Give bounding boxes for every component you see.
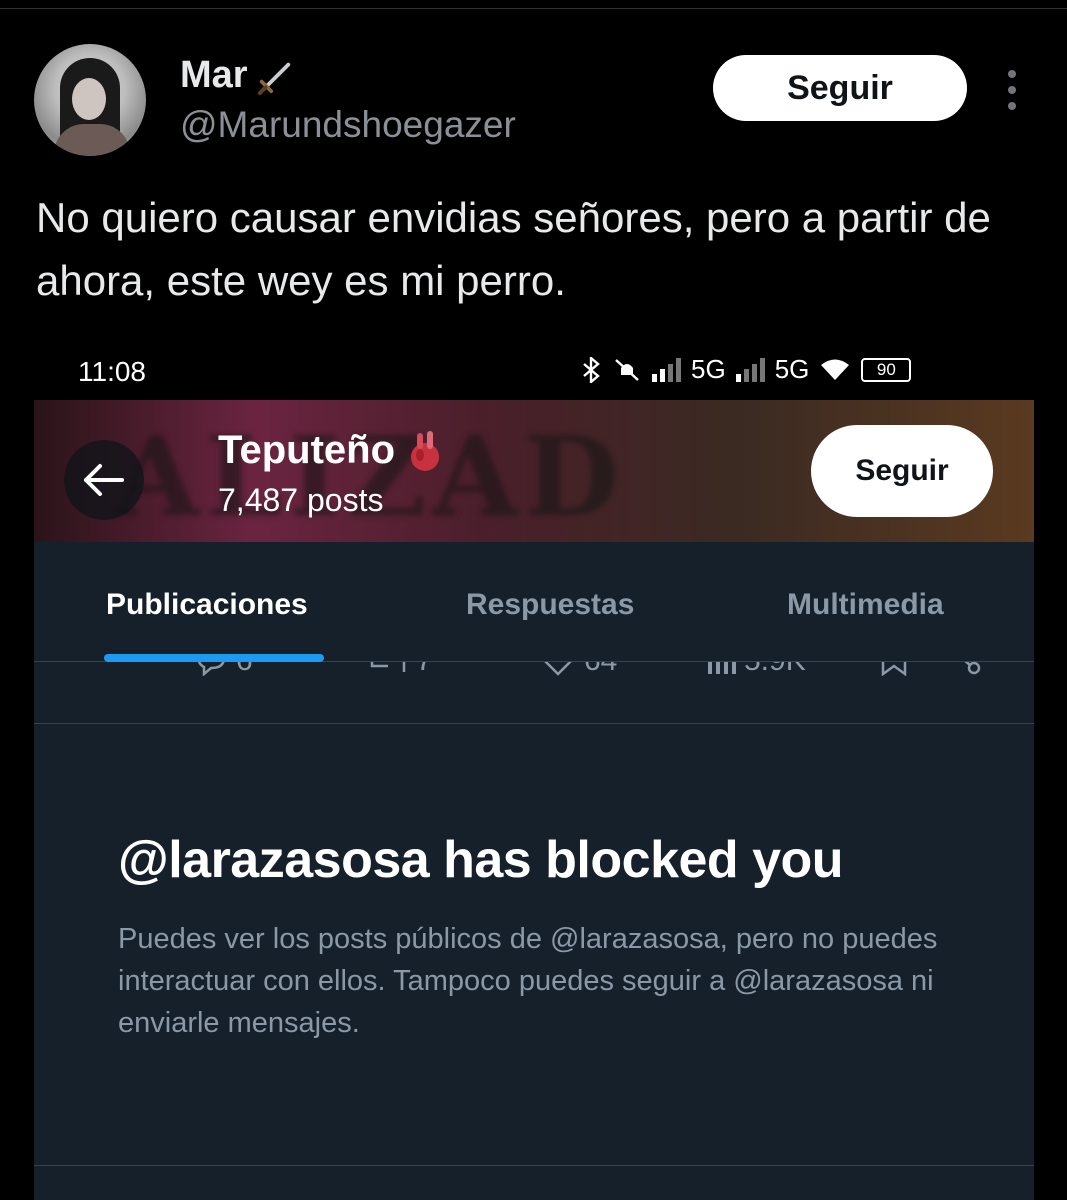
muted-bell-icon xyxy=(615,358,639,381)
bottom-divider xyxy=(34,1165,1034,1166)
like-action[interactable]: 64 xyxy=(540,662,617,678)
repost-action[interactable]: 7 xyxy=(368,662,433,678)
signal-icon-2 xyxy=(735,357,765,382)
status-icons: 5G 5G 90 xyxy=(580,354,912,385)
post-actions-row: 6 7 64 5.9K xyxy=(34,662,1034,724)
author-name[interactable]: Mar xyxy=(180,54,294,97)
follow-button[interactable]: Seguir xyxy=(713,55,967,121)
attached-screenshot[interactable]: 11:08 5G 5G 90 ALIZAD Teputeño 7,487 pos… xyxy=(34,340,1034,1200)
bookmark-icon xyxy=(881,662,907,676)
repost-icon xyxy=(370,662,406,672)
profile-name-text: Teputeño xyxy=(218,428,396,472)
avatar-face xyxy=(72,78,106,120)
phone-status-bar: 11:08 5G 5G 90 xyxy=(34,340,1034,400)
back-button[interactable] xyxy=(64,440,144,520)
profile-tabs: Publicaciones Respuestas Multimedia xyxy=(34,542,1034,662)
more-options-icon[interactable] xyxy=(1005,70,1019,110)
bluetooth-icon xyxy=(583,356,600,383)
profile-follow-button[interactable]: Seguir xyxy=(811,425,993,517)
active-tab-indicator xyxy=(104,654,324,662)
author-handle[interactable]: @Marundshoegazer xyxy=(180,104,516,146)
battery-indicator: 90 xyxy=(861,357,912,382)
signal-icon-1 xyxy=(652,357,681,382)
repost-count: 7 xyxy=(416,662,433,678)
reply-action[interactable]: 6 xyxy=(194,662,253,678)
blocked-title: @larazasosa has blocked you xyxy=(118,831,844,889)
share-action[interactable] xyxy=(946,662,982,676)
views-icon xyxy=(708,662,736,674)
dagger-icon xyxy=(257,62,290,95)
views-action[interactable]: 5.9K xyxy=(706,662,806,678)
network-label-1: 5G xyxy=(691,354,726,384)
like-count: 64 xyxy=(584,662,617,678)
arrow-left-icon xyxy=(84,464,124,496)
status-time: 11:08 xyxy=(78,356,146,387)
author-name-text: Mar xyxy=(180,54,248,96)
tab-publicaciones[interactable]: Publicaciones xyxy=(106,588,308,622)
wifi-icon xyxy=(821,359,850,380)
bookmark-action[interactable] xyxy=(880,662,908,676)
heart-outline-icon xyxy=(544,662,572,676)
views-count: 5.9K xyxy=(744,662,806,678)
posts-count: 7,487 posts xyxy=(218,482,384,518)
network-label-2: 5G xyxy=(774,354,810,384)
reply-icon xyxy=(197,662,225,676)
profile-name: Teputeño xyxy=(218,428,443,473)
anatomical-heart-icon xyxy=(411,430,440,471)
share-icon xyxy=(964,662,981,675)
blocked-description: Puedes ver los posts públicos de @laraza… xyxy=(118,923,938,1039)
tab-multimedia[interactable]: Multimedia xyxy=(787,588,944,622)
tab-respuestas[interactable]: Respuestas xyxy=(466,588,634,622)
reply-count: 6 xyxy=(236,662,253,678)
tweet-text: No quiero causar envidias señores, pero … xyxy=(36,194,991,304)
avatar[interactable] xyxy=(34,44,146,156)
top-divider xyxy=(0,8,1067,9)
